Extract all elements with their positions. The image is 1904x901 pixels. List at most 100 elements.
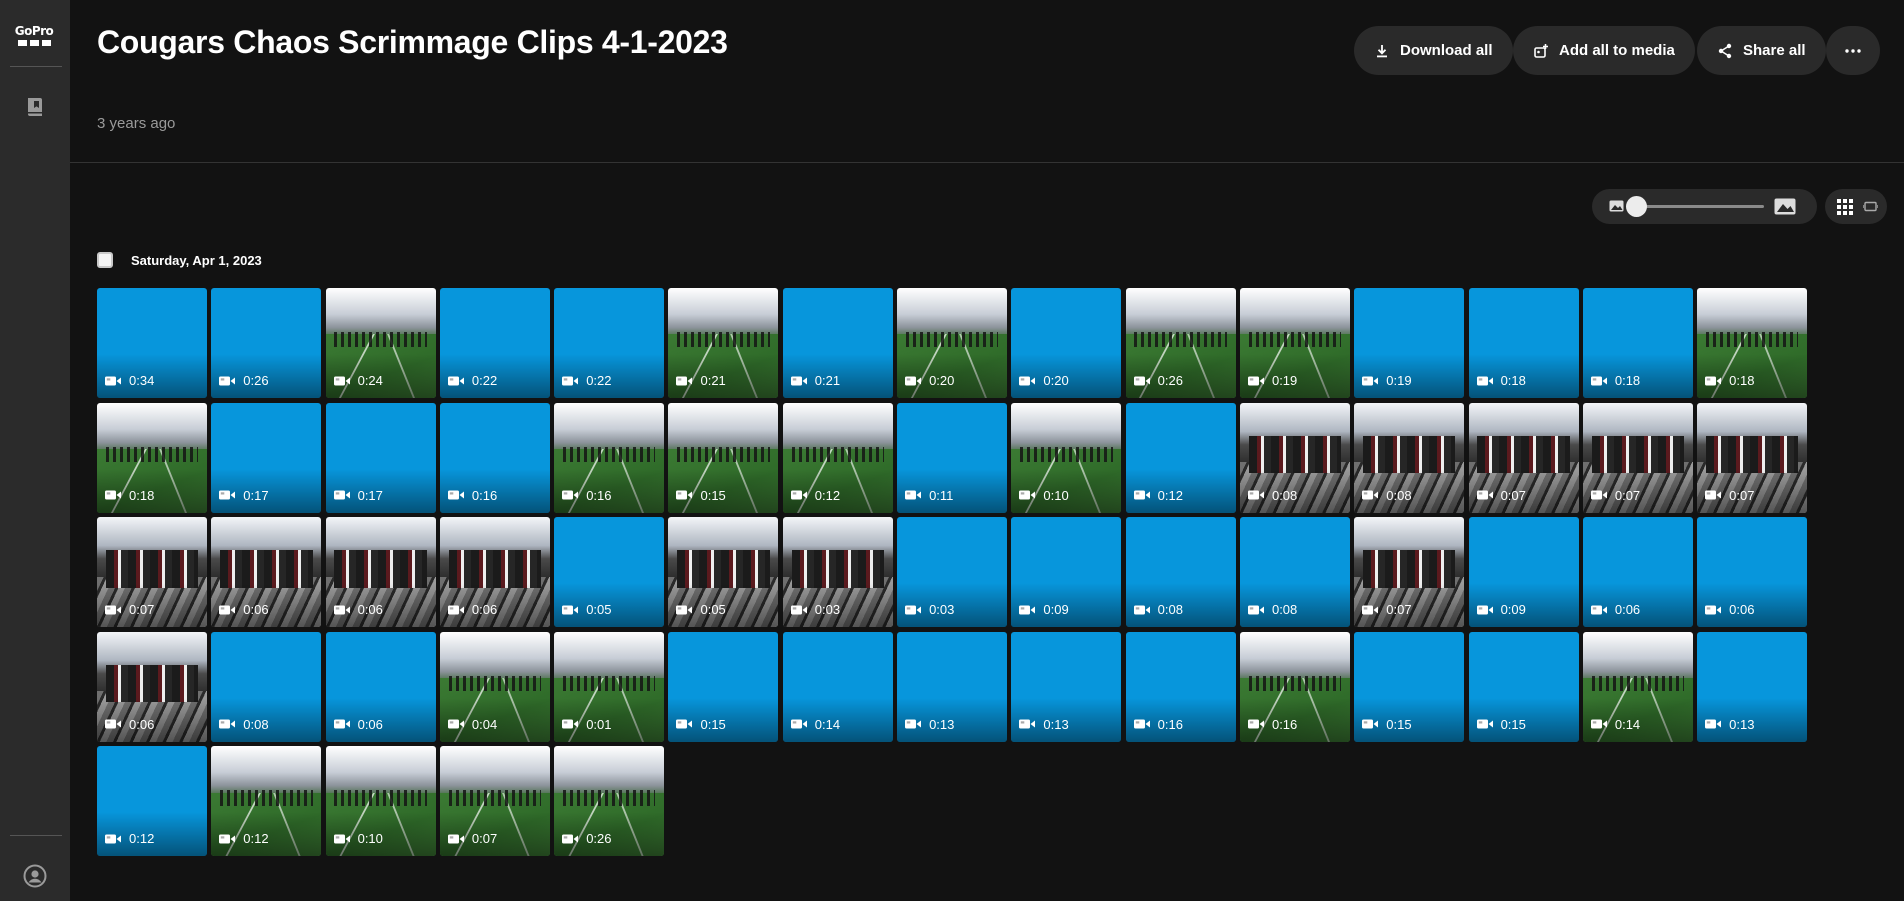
media-tile[interactable]: 0:22 <box>554 288 665 398</box>
media-tile[interactable]: 0:34 <box>97 288 207 398</box>
media-tile[interactable]: 0:13 <box>897 631 1008 742</box>
clip-duration-badge: 0:18 <box>1705 373 1754 388</box>
media-tile[interactable]: 0:08 <box>1125 517 1236 628</box>
media-tile[interactable]: 0:08 <box>1239 517 1350 628</box>
media-tile[interactable]: 0:15 <box>1468 631 1579 742</box>
media-tile[interactable]: 0:03 <box>782 517 893 628</box>
media-tile[interactable]: 0:08 <box>1354 402 1465 513</box>
clip-duration: 0:21 <box>700 373 726 388</box>
media-tile[interactable]: 0:08 <box>211 631 322 742</box>
media-tile[interactable]: 0:18 <box>1697 288 1808 398</box>
media-tile[interactable]: 0:26 <box>211 288 322 398</box>
media-tile[interactable]: 0:07 <box>1354 517 1465 628</box>
media-tile[interactable]: 0:20 <box>897 288 1008 398</box>
video-camera-icon <box>676 376 693 385</box>
clip-duration-badge: 0:17 <box>333 488 383 503</box>
clip-duration-badge: 0:08 <box>1362 488 1412 503</box>
add-all-to-media-button[interactable]: Add all to media <box>1513 26 1695 75</box>
media-tile[interactable]: 0:24 <box>325 288 436 398</box>
clip-duration-badge: 0:15 <box>1476 717 1526 732</box>
media-tile[interactable]: 0:08 <box>1239 402 1350 513</box>
media-tile[interactable]: 0:12 <box>97 746 207 857</box>
media-tile[interactable]: 0:22 <box>439 288 550 398</box>
media-tile[interactable]: 0:16 <box>439 402 550 513</box>
album-created-time: 3 years ago <box>97 115 176 132</box>
media-tile[interactable]: 0:03 <box>897 517 1008 628</box>
clip-duration: 0:04 <box>471 716 498 732</box>
clip-duration: 0:13 <box>1729 716 1755 732</box>
media-tile[interactable]: 0:11 <box>897 402 1008 513</box>
media-tile[interactable]: 0:15 <box>668 402 779 513</box>
media-tile[interactable]: 0:14 <box>1582 631 1693 742</box>
media-tile[interactable]: 0:06 <box>97 631 207 742</box>
media-tile[interactable]: 0:21 <box>668 288 779 398</box>
video-camera-icon <box>562 719 579 729</box>
media-tile[interactable]: 0:06 <box>1697 517 1808 628</box>
media-tile[interactable]: 0:13 <box>1011 631 1122 742</box>
media-tile[interactable]: 0:16 <box>1239 631 1350 742</box>
account-icon[interactable] <box>23 864 47 888</box>
single-view-icon[interactable] <box>1863 199 1878 214</box>
media-tile[interactable]: 0:06 <box>439 517 550 628</box>
thumbnail-size-slider-handle[interactable] <box>1626 196 1647 217</box>
media-tile[interactable]: 0:18 <box>1582 288 1693 398</box>
media-tile[interactable]: 0:07 <box>1468 402 1579 513</box>
clip-duration-badge: 0:15 <box>676 488 726 503</box>
media-tile[interactable]: 0:14 <box>782 631 893 742</box>
clip-duration: 0:24 <box>357 373 383 388</box>
media-tile[interactable]: 0:19 <box>1354 288 1465 398</box>
media-tile[interactable]: 0:16 <box>554 402 665 513</box>
media-tile[interactable]: 0:15 <box>668 631 779 742</box>
media-tile[interactable]: 0:09 <box>1011 517 1122 628</box>
video-camera-icon <box>1019 605 1036 615</box>
media-tile[interactable]: 0:05 <box>668 517 779 628</box>
large-image-icon <box>1774 198 1796 215</box>
gopro-logo-icon[interactable]: GoPro <box>10 24 58 46</box>
media-tile[interactable]: 0:09 <box>1468 517 1579 628</box>
media-tile[interactable]: 0:07 <box>1582 402 1693 513</box>
media-tile[interactable]: 0:07 <box>439 746 550 857</box>
media-tile[interactable]: 0:06 <box>325 517 436 628</box>
clip-duration-badge: 0:15 <box>1362 717 1412 732</box>
media-tile[interactable]: 0:04 <box>439 631 550 742</box>
media-tile[interactable]: 0:12 <box>211 746 322 857</box>
download-all-button[interactable]: Download all <box>1354 26 1513 75</box>
more-options-button[interactable] <box>1826 26 1880 75</box>
download-icon <box>1377 44 1387 57</box>
clip-duration-badge: 0:26 <box>562 831 612 846</box>
clip-duration-badge: 0:07 <box>1362 602 1412 617</box>
clip-duration: 0:16 <box>1271 716 1298 732</box>
media-tile[interactable]: 0:17 <box>325 402 436 513</box>
media-tile[interactable]: 0:26 <box>1125 288 1236 398</box>
media-tile[interactable]: 0:17 <box>211 402 322 513</box>
clip-duration-badge: 0:19 <box>1362 373 1412 388</box>
select-date-group-checkbox[interactable] <box>97 252 113 268</box>
media-tile[interactable]: 0:26 <box>554 746 665 857</box>
share-all-button[interactable]: Share all <box>1697 26 1826 75</box>
media-tile[interactable]: 0:15 <box>1354 631 1465 742</box>
video-camera-icon <box>1019 490 1036 500</box>
media-tile[interactable]: 0:21 <box>782 288 893 398</box>
media-tile[interactable]: 0:10 <box>325 746 436 857</box>
media-tile[interactable]: 0:07 <box>97 517 207 628</box>
media-tile[interactable]: 0:18 <box>1468 288 1579 398</box>
media-tile[interactable]: 0:05 <box>554 517 665 628</box>
grid-view-icon[interactable] <box>1837 199 1853 215</box>
media-tile[interactable]: 0:01 <box>554 631 665 742</box>
media-tile[interactable]: 0:10 <box>1011 402 1122 513</box>
thumbnail-size-slider-track[interactable] <box>1634 205 1764 208</box>
media-tile[interactable]: 0:12 <box>782 402 893 513</box>
media-tile[interactable]: 0:06 <box>1582 517 1693 628</box>
media-tile[interactable]: 0:19 <box>1239 288 1350 398</box>
media-tile[interactable]: 0:12 <box>1125 402 1236 513</box>
media-tile[interactable]: 0:06 <box>211 517 322 628</box>
media-tile[interactable]: 0:13 <box>1697 631 1808 742</box>
bookmark-book-icon[interactable] <box>23 95 47 119</box>
video-camera-icon <box>219 376 236 385</box>
media-tile[interactable]: 0:16 <box>1125 631 1236 742</box>
media-tile[interactable]: 0:20 <box>1011 288 1122 398</box>
media-tile[interactable]: 0:07 <box>1697 402 1808 513</box>
clip-duration-badge: 0:06 <box>105 717 154 732</box>
media-tile[interactable]: 0:06 <box>325 631 436 742</box>
media-tile[interactable]: 0:18 <box>97 402 207 513</box>
